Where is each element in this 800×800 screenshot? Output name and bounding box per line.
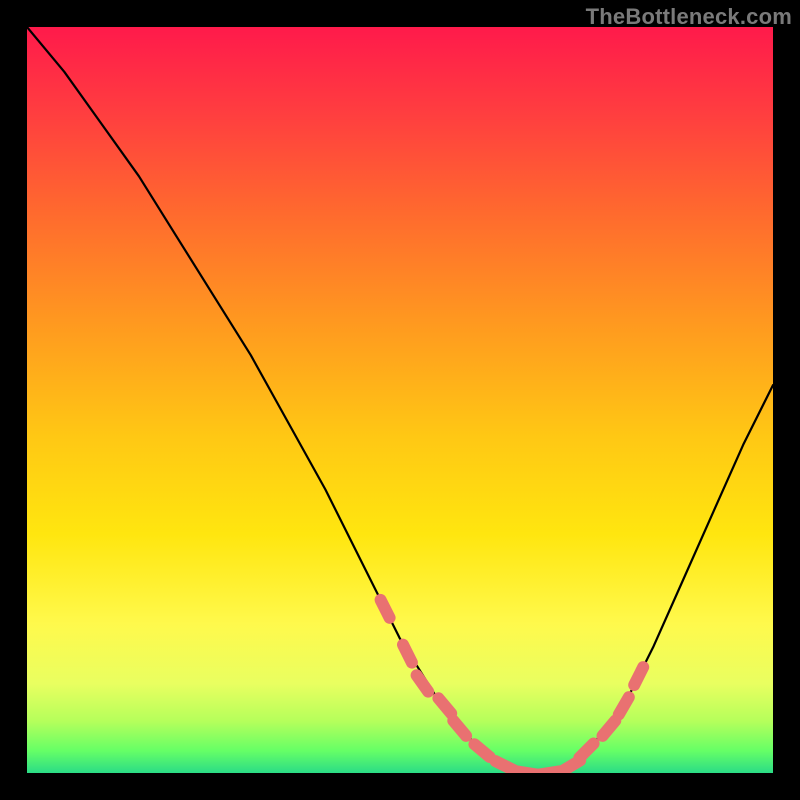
marker-dash bbox=[579, 744, 593, 758]
marker-dash bbox=[403, 645, 412, 663]
marker-dash bbox=[474, 744, 489, 757]
marker-dash bbox=[453, 721, 466, 736]
chart-frame: TheBottleneck.com bbox=[0, 0, 800, 800]
marker-dash bbox=[496, 761, 514, 770]
marker-dash bbox=[603, 721, 616, 736]
marker-dash bbox=[634, 667, 643, 685]
marker-dash bbox=[619, 697, 629, 714]
marker-dash bbox=[381, 600, 390, 618]
marker-dash bbox=[539, 771, 559, 773]
marker-cluster bbox=[381, 600, 644, 773]
bottleneck-curve-line bbox=[27, 27, 773, 773]
plot-area bbox=[27, 27, 773, 773]
watermark-text: TheBottleneck.com bbox=[586, 4, 792, 30]
marker-dash bbox=[438, 698, 451, 713]
chart-svg bbox=[27, 27, 773, 773]
marker-dash bbox=[417, 675, 429, 691]
